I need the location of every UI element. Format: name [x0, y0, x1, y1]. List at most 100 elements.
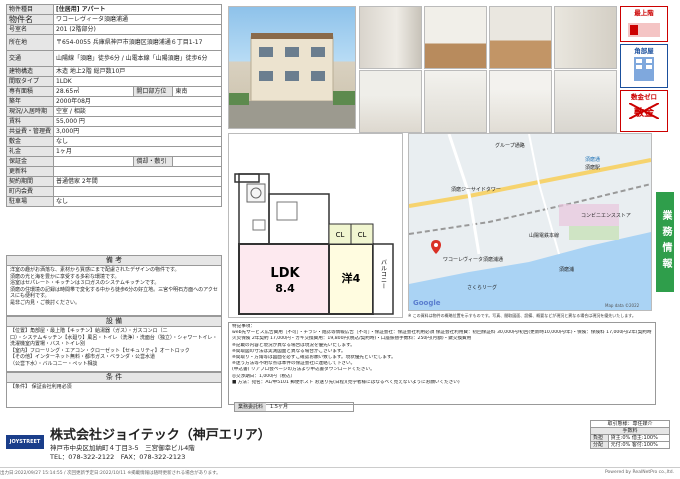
spec-key: 町内会費 — [5, 186, 55, 197]
spec-key: 間取タイプ — [5, 76, 55, 87]
company-logo-text: JOYSTREET — [9, 439, 41, 445]
remarks-body: 洋室の趣がお洒落な、素材から質感にまで配慮されたデザインの物件です。 須磨の光と海… — [6, 266, 222, 316]
spec-key: 保証金 — [5, 156, 55, 167]
map-label-3: 須磨通 — [585, 157, 601, 163]
spec-row: 契約期間 普通借家 2年間 — [5, 176, 222, 187]
spec-row: 敷金 なし — [5, 136, 222, 147]
spec-key: 更新料 — [5, 166, 55, 177]
map[interactable]: グループ通路 須磨ジーサイドタワー 須磨通 須磨駅 ワコーレヴィータ須磨浦通 須… — [408, 133, 652, 311]
text-line: 口）・システムキッチン【水廻り】風呂・トイレ（洗浄）・洗面台（独立）・シャワート… — [10, 334, 218, 348]
text-line: 須磨の住環境の記録は時間帯で変化する中から徒歩6分の好立地。三宮や明石方面へのア… — [10, 286, 218, 300]
spec-key: 築年 — [5, 96, 55, 107]
spec-row: 交通 山陽線「須磨」徒歩6分 / 山電本線「山陽須磨」徒歩6分 — [5, 50, 222, 67]
map-label-8: 山陽電鉄本線 — [529, 233, 560, 239]
badge-top-floor: 最上階 — [620, 6, 668, 42]
spec-value-deposit — [172, 156, 222, 167]
fee-transaction-type: 取引態様：専任媒介 — [590, 420, 670, 428]
special-notes: 特記事項： web先サービス広告費用［不可］・チラシ・雑誌等情報広告［不可］・保証… — [228, 322, 656, 405]
map-label-1: グループ通路 — [495, 143, 525, 149]
spec-key: 交通 — [5, 50, 55, 67]
floor-plan-ldk-label: LDK — [270, 266, 300, 281]
spec-value: 28.65㎡ — [53, 86, 135, 97]
company-phone: TEL：078-322-2122 FAX：078-322-2123 — [50, 453, 186, 461]
spec-value: なし — [53, 196, 222, 207]
interior-photo-3 — [489, 6, 552, 69]
exterior-photo — [228, 6, 356, 129]
spec-row: 町内会費 — [5, 186, 222, 197]
spec-key: 賃料 — [5, 116, 55, 127]
spec-value-opening: 東南 — [172, 86, 222, 97]
badge-zero-deposit-label: 敷金ゼロ — [631, 93, 657, 101]
floor-plan-room-label: 洋4 — [342, 271, 361, 285]
text-line: （公営下水）・バルコニー・ペット相談 — [10, 360, 98, 367]
building-icon — [229, 33, 355, 128]
interior-photo-4 — [554, 6, 617, 69]
map-label-6: 須磨浦 — [559, 267, 575, 273]
spec-row: 物件名 ワコーレヴィータ須磨浦通 — [5, 14, 222, 25]
spec-value: ワコーレヴィータ須磨浦通 — [53, 14, 222, 25]
spec-key-deposit: 償却・敷引 — [133, 156, 174, 167]
fee-row1-value: 貸主:0% 借主:100% — [607, 434, 671, 442]
spec-value: 普通借家 2年間 — [53, 176, 222, 187]
interior-photo-7 — [489, 70, 552, 133]
spec-row: 共益費・管理費 3,000円 — [5, 126, 222, 137]
spec-key: 物件名 — [5, 14, 55, 25]
text-line: 是非ご内見・ご検討ください。 — [10, 299, 81, 306]
spec-key: 物件種目 — [5, 4, 55, 15]
spec-value: 1LDK — [53, 76, 222, 87]
spec-value: なし — [53, 136, 222, 147]
floor-plan-drawing: CL CL LDK 8.4 洋4 バルコニー — [234, 173, 394, 315]
commission-label: 業務委託料 — [235, 403, 267, 411]
footer-divider — [0, 467, 680, 468]
spec-value — [53, 166, 222, 177]
spec-value: 空室 / 相談 — [53, 106, 222, 117]
building-corner-icon — [634, 57, 654, 81]
fee-row1-key: 負担 — [590, 434, 609, 442]
side-tab-business-info[interactable]: 業務情報 — [656, 192, 674, 292]
conditions-body: 【条件】 保証会社利用必須 — [6, 383, 222, 408]
spec-row: 更新料 — [5, 166, 222, 177]
spec-key: 駐車場 — [5, 196, 55, 207]
map-copyright: Map data ©2022 — [605, 303, 640, 308]
property-spec-table: 物件種目 [住居用] アパート 物件名 ワコーレヴィータ須磨浦通 号室名 201 (2階部… — [5, 4, 222, 207]
spec-key: 契約期間 — [5, 176, 55, 187]
spec-row: 建物構造 木造 地上2階 総戸数10戸 — [5, 66, 222, 77]
cross-icon — [629, 103, 659, 119]
interior-photo-8 — [554, 70, 617, 133]
fee-row2-value: 元付:0% 客付:100% — [607, 441, 671, 449]
spec-value: 2000年08月 — [53, 96, 222, 107]
spec-value: 1ヶ月 — [53, 146, 222, 157]
floor-plan-cl-2: CL — [358, 231, 367, 239]
spec-key: 建物構造 — [5, 66, 55, 77]
map-drawing — [409, 134, 651, 310]
conditions-heading: 条 件 — [6, 372, 222, 383]
spec-value — [53, 186, 222, 197]
spec-value: 山陽線「須磨」徒歩6分 / 山電本線「山陽須磨」徒歩6分 — [53, 50, 222, 67]
interior-photo-1 — [359, 6, 422, 69]
fee-table: 取引態様：専任媒介 手数料 負担 貸主:0% 借主:100% 分配 元付:0% 客付… — [590, 420, 671, 449]
map-google-logo: Google — [413, 299, 441, 307]
text-line: ■ 方法：宛名：AL/甲5101 郵便ポスト お送り先(日程)(見学者様にはなる… — [232, 379, 460, 385]
interior-photo-2 — [424, 6, 487, 69]
spec-row: 専有面積 28.65㎡ 開口部方位 東南 — [5, 86, 222, 97]
spec-row: 現況/入居時期 空室 / 相談 — [5, 106, 222, 117]
spec-key: 現況/入居時期 — [5, 106, 55, 117]
company-name: 株式会社ジョイテック（神戸エリア） — [50, 428, 271, 443]
floor-plan-cl-1: CL — [336, 231, 345, 239]
interior-photo-6 — [424, 70, 487, 133]
fee-header: 手数料 — [590, 427, 670, 435]
spec-value: [住居用] アパート — [53, 4, 222, 15]
company-logo: JOYSTREET — [6, 435, 44, 449]
spec-row: 間取タイプ 1LDK — [5, 76, 222, 87]
spec-row-type: 物件種目 [住居用] アパート — [5, 4, 222, 15]
fee-row2-key: 分配 — [590, 441, 609, 449]
map-label-7: コンビニエンスストア — [581, 213, 631, 219]
footer-right: Powered by RealNetPro co.,ltd. — [605, 470, 674, 475]
spec-value: 木造 地上2階 総戸数10戸 — [53, 66, 222, 77]
interior-photo-5 — [359, 70, 422, 133]
spec-row: 保証金 償却・敷引 — [5, 156, 222, 167]
spec-value: 〒654-0055 兵庫県神戸市須磨区須磨浦通６丁目1-17 — [53, 34, 222, 51]
spec-row: 礼金 1ヶ月 — [5, 146, 222, 157]
badge-zero-deposit: 敷金ゼロ 敷金 — [620, 90, 668, 132]
map-pin-icon — [431, 240, 441, 254]
